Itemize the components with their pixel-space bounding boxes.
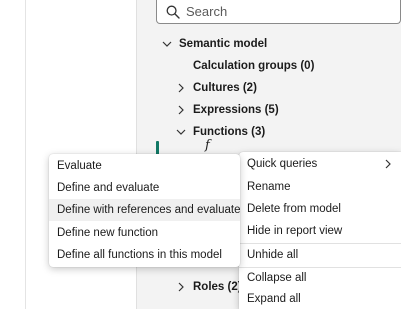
menu-item-define-with-references-and-evaluate[interactable]: Define with references and evaluate <box>49 199 240 221</box>
menu-item-quick-queries[interactable]: Quick queries <box>239 153 401 175</box>
menu-item-label: Collapse all <box>247 272 307 284</box>
tree-item-expressions[interactable]: Expressions (5) <box>175 100 279 120</box>
menu-item-label: Evaluate <box>57 160 102 172</box>
tree-item-semantic-model[interactable]: Semantic model <box>161 34 267 54</box>
menu-item-label: Hide in report view <box>247 225 343 237</box>
menu-item-label: Define and evaluate <box>57 182 160 194</box>
menu-item-label: Delete from model <box>247 203 341 215</box>
menu-item-label: Unhide all <box>247 249 299 261</box>
model-context-menu: Quick queries Rename Delete from model H… <box>239 152 401 309</box>
menu-item-label: Expand all <box>247 293 301 305</box>
menu-item-label: Quick queries <box>247 158 318 170</box>
function-submenu: Evaluate Define and evaluate Define with… <box>49 154 240 267</box>
menu-item-label: Define all functions in this model <box>57 249 222 261</box>
menu-item-unhide-all[interactable]: Unhide all <box>239 244 401 266</box>
tree-item-label: Roles (2) <box>193 281 242 293</box>
function-icon: f <box>205 138 210 153</box>
tree-item-roles[interactable]: Roles (2) <box>175 277 242 297</box>
menu-item-evaluate[interactable]: Evaluate <box>49 155 240 177</box>
menu-item-delete-from-model[interactable]: Delete from model <box>239 198 401 220</box>
menu-item-label: Define new function <box>57 227 159 239</box>
menu-item-define-and-evaluate[interactable]: Define and evaluate <box>49 177 240 199</box>
chevron-down-icon[interactable] <box>175 126 187 138</box>
menu-item-expand-all[interactable]: Expand all <box>239 288 401 309</box>
search-icon <box>166 5 180 19</box>
tree-item-label: Semantic model <box>179 38 268 50</box>
tree-item-functions[interactable]: Functions (3) <box>175 122 265 142</box>
tree-item-calculation-groups[interactable]: Calculation groups (0) <box>193 56 314 76</box>
chevron-down-icon[interactable] <box>161 38 173 50</box>
tree-item-label: Expressions (5) <box>193 104 279 116</box>
menu-item-rename[interactable]: Rename <box>239 176 401 198</box>
chevron-right-icon[interactable] <box>175 82 187 94</box>
tree-item-cultures[interactable]: Cultures (2) <box>175 78 257 98</box>
selection-indicator <box>156 141 159 155</box>
tree-item-label: Cultures (2) <box>193 82 257 94</box>
tree-item-label: Functions (3) <box>193 126 266 138</box>
menu-item-label: Define with references and evaluate <box>57 204 241 216</box>
menu-item-define-all-functions[interactable]: Define all functions in this model <box>49 244 240 266</box>
left-strip <box>0 0 26 309</box>
tree-item-label: Calculation groups (0) <box>193 60 315 72</box>
chevron-right-icon <box>385 159 391 169</box>
menu-item-hide-in-report-view[interactable]: Hide in report view <box>239 220 401 242</box>
menu-item-define-new-function[interactable]: Define new function <box>49 222 240 244</box>
menu-item-collapse-all[interactable]: Collapse all <box>239 267 401 289</box>
search-box[interactable] <box>156 0 401 24</box>
chevron-right-icon[interactable] <box>175 104 187 116</box>
chevron-right-icon[interactable] <box>175 281 187 293</box>
search-input[interactable] <box>186 4 366 19</box>
menu-item-label: Rename <box>247 181 291 193</box>
